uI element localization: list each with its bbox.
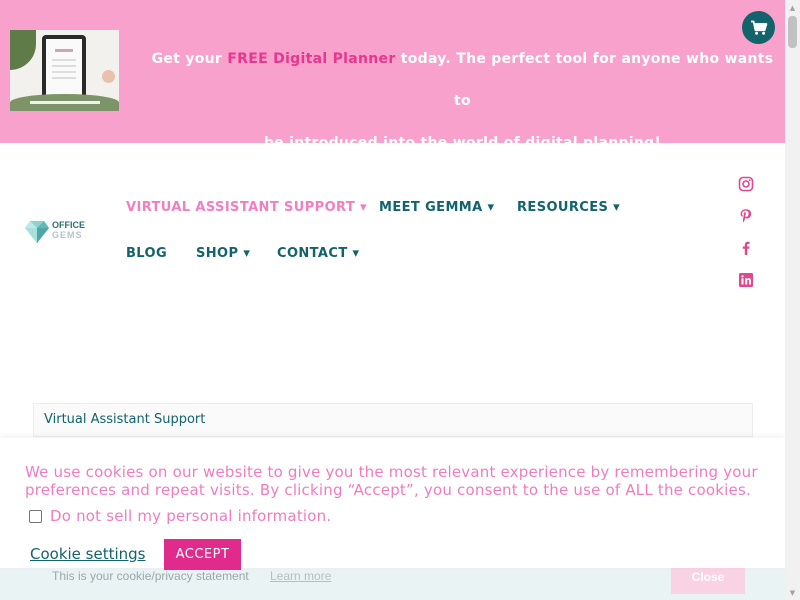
promo-text-line2: be introduced into the world of digital … <box>263 135 662 151</box>
breadcrumb-current: Virtual Assistant Support <box>44 412 206 427</box>
digital-planner-image[interactable] <box>10 30 119 111</box>
page: Get your FREE Digital Planner today. The… <box>0 0 800 600</box>
free-planner-link[interactable]: FREE Digital Planner <box>227 51 395 67</box>
do-not-sell-label[interactable]: Do not sell my personal information. <box>50 507 331 525</box>
instagram-link[interactable] <box>738 176 754 192</box>
logo-line1: OFFICE <box>52 220 85 230</box>
facebook-link[interactable] <box>738 240 754 256</box>
image-caption-bar <box>30 101 100 104</box>
cart-button[interactable] <box>742 11 775 44</box>
pinterest-icon <box>740 209 752 223</box>
planner-line <box>52 59 76 61</box>
site-logo[interactable]: OFFICE GEMS <box>24 218 90 246</box>
do-not-sell-checkbox[interactable] <box>29 509 42 523</box>
nav-blog[interactable]: BLOG <box>126 246 167 261</box>
nav-virtual-assistant-support[interactable]: VIRTUAL ASSISTANT SUPPORT ▾ <box>126 200 367 215</box>
facebook-icon <box>742 241 750 255</box>
promo-text: Get your FREE Digital Planner today. The… <box>150 38 775 164</box>
planner-line <box>52 71 76 73</box>
do-not-sell-option: Do not sell my personal information. <box>29 507 331 525</box>
logo-line2: GEMS <box>52 230 83 240</box>
linkedin-link[interactable] <box>738 272 754 288</box>
pinterest-link[interactable] <box>738 208 754 224</box>
tablet-screen <box>46 39 82 97</box>
scroll-up-arrow-icon[interactable]: ▲ <box>785 0 800 15</box>
page-scrollbar[interactable]: ▲ ▼ <box>785 0 800 600</box>
planner-line <box>52 77 76 79</box>
privacy-learn-more-link[interactable]: Learn more <box>270 569 331 583</box>
promo-text-end: today. The perfect tool for anyone who w… <box>395 51 774 109</box>
scrollbar-thumb[interactable] <box>788 16 797 48</box>
accept-button[interactable]: ACCEPT <box>164 539 241 570</box>
nav-shop[interactable]: SHOP ▾ <box>196 246 250 261</box>
privacy-notice-text: This is your cookie/privacy statement <box>52 569 249 583</box>
diamond-icon <box>25 221 49 243</box>
cookie-message: We use cookies on our website to give yo… <box>25 463 758 499</box>
planner-line <box>52 65 76 67</box>
nav-resources[interactable]: RESOURCES ▾ <box>517 200 620 215</box>
planner-title-line <box>55 49 73 52</box>
nav-meet-gemma[interactable]: MEET GEMMA ▾ <box>379 200 494 215</box>
breadcrumb: Virtual Assistant Support <box>33 403 753 437</box>
scroll-down-arrow-icon[interactable]: ▼ <box>785 585 800 600</box>
logo-text: OFFICE GEMS <box>52 220 85 240</box>
cup-decoration <box>102 70 115 83</box>
leaf-decoration <box>10 30 36 70</box>
cart-icon <box>750 20 767 35</box>
promo-text-start: Get your <box>151 51 228 67</box>
nav-contact[interactable]: CONTACT ▾ <box>277 246 359 261</box>
cookie-settings-link[interactable]: Cookie settings <box>30 545 146 563</box>
promo-banner: Get your FREE Digital Planner today. The… <box>0 0 785 151</box>
cookie-consent-banner: We use cookies on our website to give yo… <box>0 438 785 570</box>
instagram-icon <box>738 176 754 192</box>
linkedin-icon <box>739 273 753 287</box>
